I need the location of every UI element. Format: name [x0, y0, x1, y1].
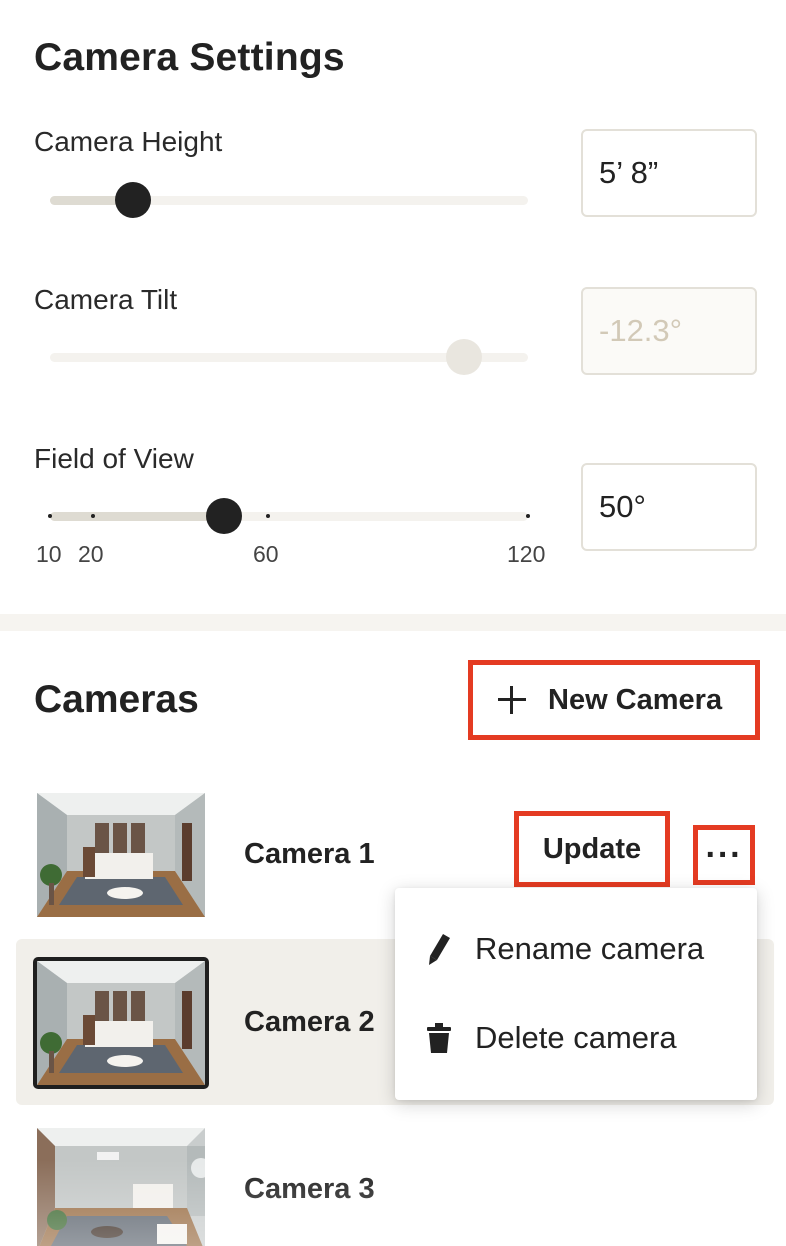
camera-1-name: Camera 1	[244, 838, 375, 870]
fov-tick-10	[48, 514, 52, 518]
room-render-image	[37, 793, 205, 917]
trash-icon	[425, 1021, 453, 1055]
camera-height-slider-handle[interactable]	[115, 182, 151, 218]
new-camera-highlight	[468, 660, 760, 740]
update-highlight	[514, 811, 670, 887]
room-render-image	[37, 961, 205, 1085]
more-options-highlight	[693, 825, 755, 885]
camera-1-thumbnail[interactable]	[37, 793, 205, 917]
field-of-view-input[interactable]: 50°	[581, 463, 757, 551]
fov-tick-120	[526, 514, 530, 518]
camera-2-thumbnail[interactable]	[33, 957, 209, 1089]
camera-3-name: Camera 3	[244, 1173, 375, 1205]
fov-tick-20	[91, 514, 95, 518]
field-of-view-label: Field of View	[34, 443, 194, 474]
cameras-title: Cameras	[34, 678, 199, 721]
camera-tilt-label: Camera Tilt	[34, 284, 178, 315]
fov-tick-60	[266, 514, 270, 518]
camera-options-menu: Rename camera Delete camera	[395, 888, 757, 1100]
page-title: Camera Settings	[34, 36, 345, 79]
camera-2-name: Camera 2	[244, 1006, 375, 1038]
room-render-image	[37, 1128, 205, 1246]
camera-3-thumbnail[interactable]	[37, 1128, 205, 1246]
field-of-view-slider-fill	[50, 512, 224, 521]
camera-height-input[interactable]: 5’ 8”	[581, 129, 757, 217]
camera-height-label: Camera Height	[34, 126, 223, 157]
delete-camera-label: Delete camera	[475, 1020, 677, 1055]
fov-tick-label: 60	[253, 541, 279, 567]
section-divider	[0, 614, 786, 631]
field-of-view-slider[interactable]	[50, 512, 528, 521]
camera-tilt-slider-handle	[446, 339, 482, 375]
pencil-icon	[425, 932, 453, 966]
fov-tick-label: 120	[507, 541, 546, 567]
rename-camera-menu-item[interactable]: Rename camera	[395, 905, 757, 993]
field-of-view-slider-handle[interactable]	[206, 498, 242, 534]
delete-camera-menu-item[interactable]: Delete camera	[395, 994, 757, 1082]
camera-tilt-input: -12.3°	[581, 287, 757, 375]
fov-tick-label: 10	[36, 541, 62, 567]
rename-camera-label: Rename camera	[475, 931, 705, 966]
fov-tick-label: 20	[78, 541, 104, 567]
